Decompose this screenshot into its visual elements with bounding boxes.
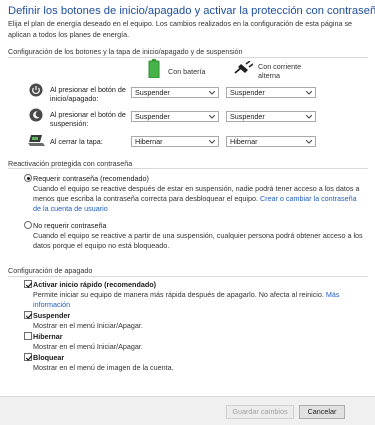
require-password-radio[interactable] [24,174,32,182]
save-changes-button[interactable]: Guardar cambios [226,405,294,419]
power-battery-select[interactable]: Suspender [131,87,219,98]
password-section-label: Reactivación protegida con contraseña [8,159,133,168]
suspend-description: Mostrar en el menú Iniciar/Apagar. [33,321,143,330]
no-password-label[interactable]: No requerir contraseña [33,221,107,230]
lid-battery-select[interactable]: Hibernar [131,136,219,147]
hibernate-description: Mostrar en el menú Iniciar/Apagar. [33,342,143,351]
power-button-label: Al presionar el botón de inicio/apagado: [50,85,126,103]
select-value: Suspender [230,112,265,121]
checkmark-icon [25,355,33,361]
battery-icon [148,59,160,78]
chevron-down-icon [209,140,215,144]
lock-checkbox[interactable] [24,353,33,361]
divider [8,276,368,277]
checkmark-icon [25,313,33,319]
column-battery: Con batería [168,67,206,76]
sleep-ac-select[interactable]: Suspender [226,111,316,122]
no-password-radio[interactable] [24,221,32,229]
column-ac: Con corriente alterna [258,62,302,80]
intro-text: Elija el plan de energía deseado en el e… [8,19,353,39]
require-password-description: Cuando el equipo se reactive después de … [33,184,363,213]
hibernate-checkbox[interactable] [24,332,32,340]
shutdown-section-label: Configuración de apagado [8,266,93,275]
chevron-down-icon [209,115,215,119]
fast-startup-desc-text: Permite iniciar su equipo de manera más … [33,290,324,299]
no-password-description: Cuando el equipo se reactive a partir de… [33,231,363,250]
lid-ac-select[interactable]: Hibernar [226,136,316,147]
chevron-down-icon [306,140,312,144]
chevron-down-icon [306,91,312,95]
power-icon [29,83,43,97]
lock-label[interactable]: Bloquear [33,353,64,362]
select-value: Hibernar [135,137,163,146]
checkmark-icon [25,282,33,288]
plug-icon [234,61,253,74]
buttons-section-label: Configuración de los botones y la tapa d… [8,47,243,56]
fast-startup-description: Permite iniciar su equipo de manera más … [33,290,363,310]
divider [8,57,368,58]
require-password-label[interactable]: Requerir contraseña (recomendado) [33,174,149,183]
cancel-button[interactable]: Cancelar [299,405,345,419]
power-ac-select[interactable]: Suspender [226,87,316,98]
divider [8,168,368,169]
chevron-down-icon [209,91,215,95]
select-value: Suspender [135,88,170,97]
fast-startup-label[interactable]: Activar inicio rápido (recomendado) [33,280,156,289]
footer-bar: Guardar cambios Cancelar [0,396,375,425]
suspend-label[interactable]: Suspender [33,311,70,320]
chevron-down-icon [306,115,312,119]
select-value: Suspender [230,88,265,97]
lock-description: Mostrar en el menú de imagen de la cuent… [33,363,174,372]
sleep-button-label: Al presionar el botón de suspensión: [50,110,126,128]
select-value: Suspender [135,112,170,121]
suspend-checkbox[interactable] [24,311,33,319]
lid-close-label: Al cerrar la tapa: [50,137,103,146]
laptop-lid-icon [28,135,45,146]
sleep-icon [29,108,43,122]
fast-startup-checkbox[interactable] [24,280,33,288]
sleep-battery-select[interactable]: Suspender [131,111,219,122]
select-value: Hibernar [230,137,258,146]
hibernate-label[interactable]: Hibernar [33,332,63,341]
page-title: Definir los botones de inicio/apagado y … [8,5,375,17]
